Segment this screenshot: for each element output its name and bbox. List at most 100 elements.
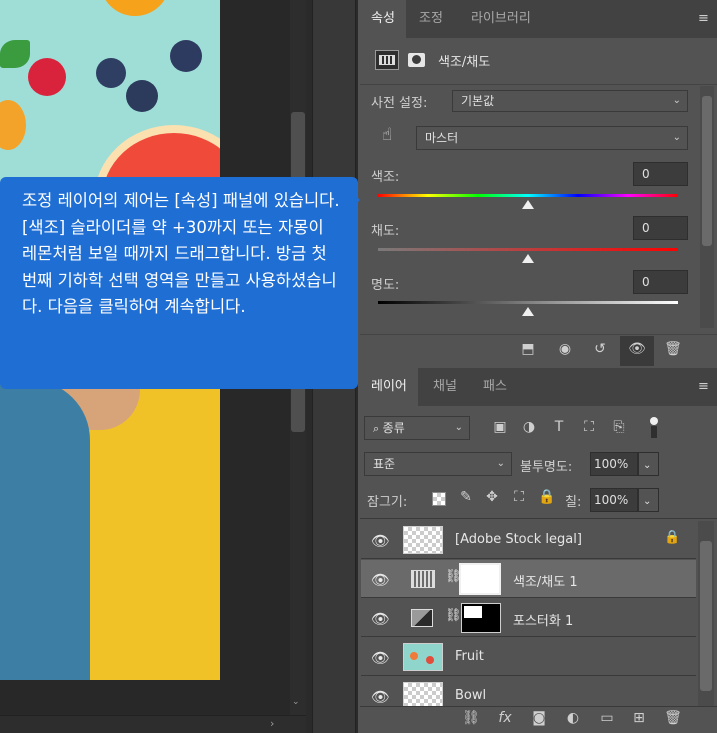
- hue-value-field[interactable]: 0: [633, 162, 688, 186]
- toggle-visibility-button[interactable]: 👁: [620, 336, 654, 366]
- layers-scrollbar[interactable]: [698, 521, 714, 707]
- new-layer-icon[interactable]: ⊞: [628, 710, 650, 726]
- divider-line: [360, 84, 717, 85]
- saturation-slider-track[interactable]: [378, 248, 678, 251]
- hamburger-menu-icon[interactable]: ≡: [698, 11, 709, 26]
- tab-adjustments[interactable]: 조정: [408, 0, 454, 38]
- tab-channels[interactable]: 채널: [422, 368, 468, 406]
- layers-scroll-thumb[interactable]: [700, 541, 712, 691]
- search-icon: ⌕: [373, 422, 383, 435]
- preset-label: 사전 설정:: [371, 96, 428, 111]
- layer-row[interactable]: 👁 Bowl: [361, 677, 696, 707]
- blend-mode-value: 표준: [373, 457, 396, 471]
- canvas-horizontal-scrollbar[interactable]: ›: [0, 715, 306, 733]
- fill-label: 칠:: [565, 495, 582, 510]
- eye-icon[interactable]: 👁: [371, 571, 390, 589]
- eye-icon: 👁: [628, 341, 646, 357]
- layer-name: Fruit: [455, 649, 484, 664]
- scroll-down-icon[interactable]: ⌄: [292, 697, 300, 707]
- chevron-down-icon: ⌄: [643, 496, 652, 507]
- add-mask-icon[interactable]: ◙: [528, 710, 550, 726]
- opacity-dropdown[interactable]: ⌄: [638, 452, 659, 476]
- chevron-down-icon: ⌄: [672, 132, 681, 143]
- view-previous-state-icon[interactable]: ◉: [552, 341, 578, 357]
- tab-properties[interactable]: 속성: [360, 0, 406, 38]
- blend-mode-dropdown[interactable]: 표준 ⌄: [364, 452, 512, 476]
- fx-icon[interactable]: fx: [494, 710, 516, 726]
- lock-image-pixels-brush-icon[interactable]: ✎: [457, 489, 475, 505]
- type-layer-filter-icon[interactable]: T: [550, 419, 568, 435]
- layer-name: 색조/채도 1: [513, 575, 578, 590]
- lock-transparent-pixels-icon[interactable]: [432, 492, 446, 506]
- properties-tab-bar: 속성 조정 라이브러리 ≡: [360, 0, 717, 38]
- lightness-slider-track[interactable]: [378, 301, 678, 304]
- layer-filter-value: 종류: [382, 421, 405, 435]
- tab-paths[interactable]: 패스: [472, 368, 518, 406]
- saturation-slider-thumb[interactable]: [522, 254, 534, 263]
- filter-toggle[interactable]: [648, 417, 658, 439]
- properties-scrollbar[interactable]: [700, 86, 714, 328]
- layer-thumbnail: [403, 526, 443, 554]
- eye-icon[interactable]: 👁: [371, 532, 390, 550]
- chain-link-icon[interactable]: ⛓: [445, 608, 462, 623]
- eye-icon[interactable]: 👁: [371, 688, 390, 706]
- layer-name: 포스터화 1: [513, 614, 574, 629]
- clip-to-layer-icon[interactable]: ⬒: [516, 341, 540, 357]
- divider-line: [360, 334, 717, 335]
- tab-libraries[interactable]: 라이브러리: [460, 0, 542, 38]
- lightness-slider-thumb[interactable]: [522, 307, 534, 316]
- fill-dropdown[interactable]: ⌄: [638, 488, 659, 512]
- layer-row[interactable]: 👁 ⛓ 포스터화 1: [361, 599, 696, 637]
- lightness-label: 명도:: [371, 278, 400, 293]
- new-group-folder-icon[interactable]: ▭: [596, 710, 618, 726]
- yellow-background: [0, 350, 220, 680]
- layer-name: Bowl: [455, 688, 487, 703]
- layer-row[interactable]: 👁 ⛓ 색조/채도 1: [361, 560, 696, 598]
- pixel-layer-filter-icon[interactable]: ▣: [491, 419, 509, 435]
- opacity-field[interactable]: 100%: [590, 452, 638, 476]
- adjustment-layer-filter-icon[interactable]: ◑: [520, 419, 538, 435]
- smart-object-filter-icon[interactable]: ⎘: [610, 419, 628, 435]
- scroll-right-icon[interactable]: ›: [270, 717, 274, 730]
- tooltip-pointer: [350, 190, 360, 210]
- mask-icon[interactable]: [406, 52, 428, 68]
- shape-layer-filter-icon[interactable]: ⛶: [580, 419, 598, 435]
- link-layers-icon[interactable]: ⛓: [460, 710, 482, 726]
- chevron-down-icon: ⌄: [496, 458, 505, 469]
- channel-dropdown[interactable]: 마스터 ⌄: [416, 126, 688, 150]
- chevron-down-icon: ⌄: [643, 460, 652, 471]
- eye-icon[interactable]: 👁: [371, 649, 390, 667]
- layer-row[interactable]: 👁 [Adobe Stock legal] 🔒: [361, 521, 696, 559]
- divider-line: [360, 518, 717, 519]
- trash-icon[interactable]: 🗑: [662, 341, 684, 357]
- saturation-value-field[interactable]: 0: [633, 216, 688, 240]
- hue-slider-thumb[interactable]: [522, 200, 534, 209]
- layer-row[interactable]: 👁 Fruit: [361, 638, 696, 676]
- lock-artboard-icon[interactable]: ⛶: [510, 489, 528, 505]
- hue-label: 색조:: [371, 170, 400, 185]
- hamburger-menu-icon[interactable]: ≡: [698, 379, 709, 394]
- layers-tab-bar: 레이어 채널 패스 ≡: [360, 368, 717, 406]
- properties-scroll-thumb[interactable]: [702, 96, 712, 246]
- hue-saturation-adjustment-icon: [411, 570, 435, 588]
- lock-icon: 🔒: [664, 530, 681, 545]
- fill-field[interactable]: 100%: [590, 488, 638, 512]
- saturation-label: 채도:: [371, 224, 400, 239]
- adjustment-icon[interactable]: [375, 50, 399, 70]
- preset-dropdown[interactable]: 기본값 ⌄: [452, 90, 688, 112]
- reset-icon[interactable]: ↺: [588, 341, 612, 357]
- layer-filter-dropdown[interactable]: ⌕ 종류 ⌄: [364, 416, 470, 440]
- new-adjustment-layer-icon[interactable]: ◐: [562, 710, 584, 726]
- lock-all-icon[interactable]: 🔒: [538, 489, 556, 505]
- layer-mask-thumbnail[interactable]: [461, 603, 501, 633]
- targeted-adjustment-hand-icon[interactable]: ☝: [376, 125, 398, 145]
- eye-icon[interactable]: 👁: [371, 610, 390, 628]
- opacity-label: 불투명도:: [520, 460, 573, 475]
- lightness-value-field[interactable]: 0: [633, 270, 688, 294]
- lock-position-move-icon[interactable]: ✥: [483, 489, 501, 505]
- trash-icon[interactable]: 🗑: [662, 710, 684, 726]
- tab-layers[interactable]: 레이어: [360, 368, 418, 406]
- hue-slider-track[interactable]: [378, 194, 678, 197]
- layer-mask-thumbnail[interactable]: [459, 563, 501, 595]
- chevron-down-icon: ⌄: [454, 422, 463, 433]
